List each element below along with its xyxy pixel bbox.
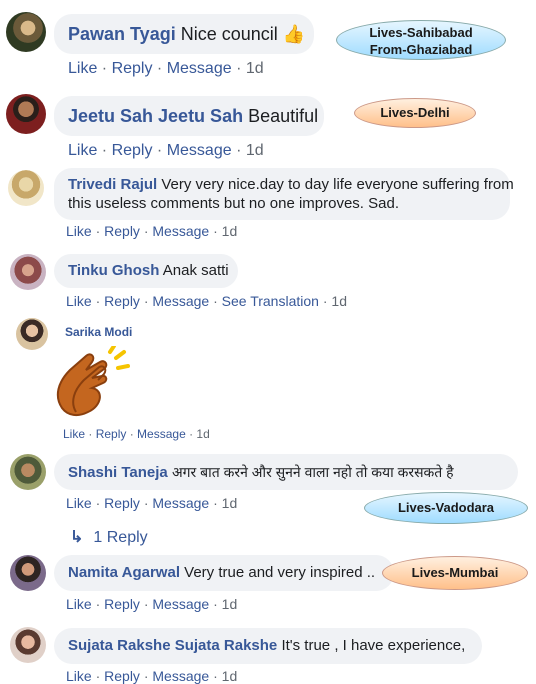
message-link[interactable]: Message: [167, 142, 232, 159]
message-link[interactable]: Message: [152, 596, 209, 612]
location-annotation: Lives-Mumbai: [382, 556, 528, 590]
like-link[interactable]: Like: [63, 427, 85, 441]
location-annotation: Lives-Vadodara: [364, 492, 528, 524]
timestamp[interactable]: 1d: [331, 293, 347, 309]
comment-bubble: Trivedi Rajul Very very nice.day to day …: [54, 168, 514, 220]
comment-text: Beautiful: [248, 106, 319, 126]
comment-actions: Like · Reply · Message · 1d: [66, 596, 238, 612]
message-link[interactable]: Message: [137, 427, 186, 441]
reply-arrow-icon: ↳: [70, 529, 84, 546]
reply-link[interactable]: Reply: [104, 596, 140, 612]
like-link[interactable]: Like: [66, 293, 92, 309]
commenter-name[interactable]: Namita Agarwal: [68, 564, 180, 581]
reply-link[interactable]: Reply: [104, 293, 140, 309]
avatar[interactable]: [10, 254, 46, 290]
comment-actions: Like · Reply · Message · 1d: [66, 668, 238, 684]
like-link[interactable]: Like: [66, 223, 92, 239]
comment-actions: Like · Reply · Message · 1d: [68, 142, 264, 159]
commenter-name[interactable]: Jeetu Sah Jeetu Sah: [68, 106, 243, 126]
comment-actions: Like · Reply · Message · 1d: [68, 60, 264, 77]
like-link[interactable]: Like: [68, 142, 97, 159]
commenter-name[interactable]: Sarika Modi: [65, 325, 132, 339]
see-translation-link[interactable]: See Translation: [222, 293, 319, 309]
like-link[interactable]: Like: [66, 668, 92, 684]
comment-text: It's true , I have experience,: [281, 637, 466, 654]
message-link[interactable]: Message: [152, 668, 209, 684]
reply-link[interactable]: Reply: [104, 495, 140, 511]
comment-text-continued: this useless comments but no one improve…: [68, 195, 399, 212]
commenter-name[interactable]: Tinku Ghosh: [68, 262, 159, 279]
timestamp[interactable]: 1d: [222, 495, 238, 511]
timestamp[interactable]: 1d: [246, 142, 264, 159]
comment-bubble: Namita Agarwal Very true and very inspir…: [54, 555, 394, 591]
reply-link[interactable]: Reply: [104, 668, 140, 684]
reply-link[interactable]: Reply: [112, 142, 153, 159]
commenter-name[interactable]: Pawan Tyagi: [68, 24, 176, 44]
timestamp[interactable]: 1d: [222, 668, 238, 684]
like-link[interactable]: Like: [66, 495, 92, 511]
comment-bubble: Tinku Ghosh Anak satti: [54, 254, 238, 288]
message-link[interactable]: Message: [152, 223, 209, 239]
commenter-name[interactable]: Shashi Taneja: [68, 464, 168, 481]
comment-bubble: Shashi Taneja अगर बात करने और सुनने वाला…: [54, 454, 518, 490]
location-annotation: Lives-Sahibabad From-Ghaziabad: [336, 20, 506, 60]
clapping-hands-icon: [52, 344, 134, 420]
avatar[interactable]: [10, 555, 46, 591]
avatar[interactable]: [6, 12, 46, 52]
view-replies-link[interactable]: ↳ 1 Reply: [70, 527, 148, 547]
commenter-name[interactable]: Trivedi Rajul: [68, 176, 157, 193]
reply-link[interactable]: Reply: [112, 60, 153, 77]
like-link[interactable]: Like: [68, 60, 97, 77]
avatar[interactable]: [8, 170, 44, 206]
replies-count-label[interactable]: 1 Reply: [93, 529, 147, 546]
comment-text: Very true and very inspired ..: [184, 564, 376, 581]
comment-bubble: Jeetu Sah Jeetu Sah Beautiful: [54, 96, 324, 136]
thumbs-up-icon: 👍: [282, 24, 306, 44]
message-link[interactable]: Message: [152, 495, 209, 511]
comment-text: Anak satti: [162, 262, 229, 279]
comment-bubble: Sujata Rakshe Sujata Rakshe It's true , …: [54, 628, 482, 664]
comment-actions: Like · Reply · Message · 1d: [66, 223, 238, 239]
commenter-name[interactable]: Sujata Rakshe Sujata Rakshe: [68, 637, 277, 654]
location-annotation: Lives-Delhi: [354, 98, 476, 128]
reply-link[interactable]: Reply: [96, 427, 127, 441]
comment-text: अगर बात करने और सुनने वाला नहो तो कया कर…: [171, 464, 454, 480]
avatar[interactable]: [10, 627, 46, 663]
message-link[interactable]: Message: [167, 60, 232, 77]
avatar[interactable]: [10, 454, 46, 490]
timestamp[interactable]: 1d: [246, 60, 264, 77]
avatar[interactable]: [6, 94, 46, 134]
timestamp[interactable]: 1d: [222, 223, 238, 239]
reply-link[interactable]: Reply: [104, 223, 140, 239]
clapping-hands-icon: [56, 344, 130, 417]
comment-text: Nice council: [180, 24, 278, 44]
comment-bubble: Pawan Tyagi Nice council 👍: [54, 14, 314, 54]
timestamp[interactable]: 1d: [222, 596, 238, 612]
comment-actions: Like · Reply · Message · See Translation…: [66, 293, 347, 309]
like-link[interactable]: Like: [66, 596, 92, 612]
message-link[interactable]: Message: [152, 293, 209, 309]
timestamp[interactable]: 1d: [196, 427, 209, 441]
comment-actions: Like · Reply · Message · 1d: [66, 495, 238, 511]
comment-text: Very very nice.day to day life everyone …: [161, 176, 514, 193]
avatar[interactable]: [16, 318, 48, 350]
comment-actions: Like · Reply · Message · 1d: [63, 427, 210, 441]
